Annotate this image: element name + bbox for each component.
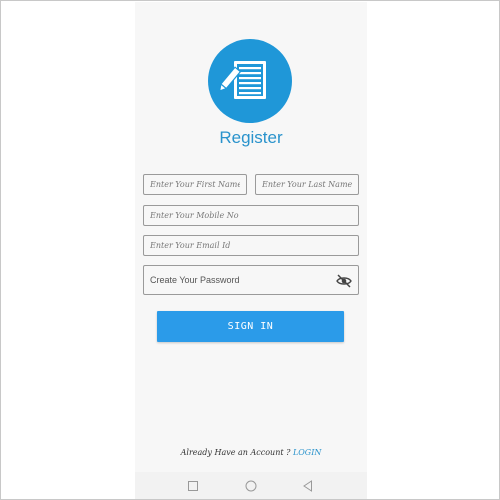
first-name-input[interactable] bbox=[150, 180, 240, 189]
already-account-prompt: Already Have an Account ? bbox=[180, 448, 293, 457]
recent-apps-icon[interactable] bbox=[186, 479, 200, 493]
already-account-text: Already Have an Account ? LOGIN bbox=[135, 448, 367, 457]
sign-in-button[interactable]: SIGN IN bbox=[157, 311, 344, 342]
login-link[interactable]: LOGIN bbox=[293, 448, 321, 457]
home-icon[interactable] bbox=[244, 479, 258, 493]
password-input[interactable] bbox=[150, 275, 352, 285]
last-name-field[interactable] bbox=[255, 174, 359, 195]
email-field[interactable] bbox=[143, 235, 359, 256]
email-input[interactable] bbox=[150, 241, 352, 250]
first-name-field[interactable] bbox=[143, 174, 247, 195]
eye-off-icon[interactable] bbox=[336, 273, 352, 289]
last-name-input[interactable] bbox=[262, 180, 352, 189]
android-nav-bar bbox=[135, 472, 367, 499]
register-logo bbox=[208, 39, 292, 123]
phone-screen: Register SIGN IN Already Have an Account… bbox=[135, 2, 367, 499]
mobile-input[interactable] bbox=[150, 211, 352, 220]
password-field[interactable] bbox=[143, 265, 359, 295]
page-title: Register bbox=[219, 128, 283, 147]
mobile-field[interactable] bbox=[143, 205, 359, 226]
register-document-pencil-icon bbox=[218, 61, 266, 99]
image-frame: Register SIGN IN Already Have an Account… bbox=[0, 0, 500, 500]
back-icon[interactable] bbox=[301, 479, 315, 493]
